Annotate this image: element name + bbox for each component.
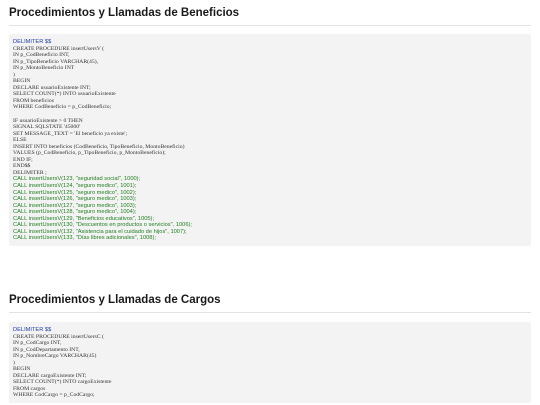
code-line: WHERE CodCargo = p_CodCargo; <box>13 392 95 399</box>
code-block-cargos: DELIMITER $$ CREATE PROCEDURE insertUser… <box>9 322 531 404</box>
code-line-call: CALL insertUsersV(133, "Días libres adic… <box>13 235 156 242</box>
document-page: Procedimientos y Llamadas de Beneficios … <box>0 0 540 405</box>
divider <box>9 25 531 26</box>
divider <box>9 312 531 313</box>
section-title: Procedimientos y Llamadas de Beneficios <box>9 7 240 19</box>
code-block-beneficios: DELIMITER $$ CREATE PROCEDURE insertUser… <box>9 34 531 246</box>
section-title: Procedimientos y Llamadas de Cargos <box>9 294 221 306</box>
section-cargos: Procedimientos y Llamadas de Cargos DELI… <box>0 293 540 404</box>
section-beneficios: Procedimientos y Llamadas de Beneficios … <box>0 6 540 246</box>
